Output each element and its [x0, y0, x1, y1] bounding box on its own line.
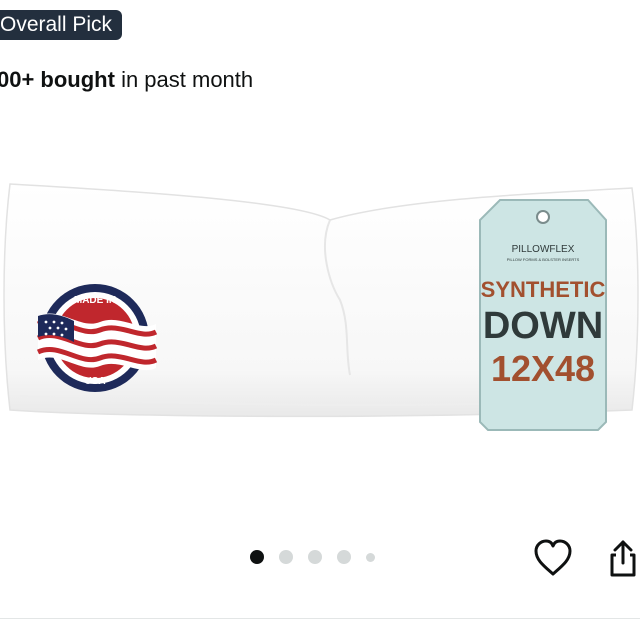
bought-suffix: in past month — [114, 67, 254, 92]
image-gallery-dots — [250, 550, 375, 564]
seal-text-top: MADE IN — [74, 295, 116, 306]
bought-count: 00+ bought — [0, 67, 115, 92]
gallery-dot[interactable] — [337, 550, 351, 564]
tag-subtitle: PILLOW FORMS & BOLSTER INSERTS — [507, 257, 580, 262]
gallery-dot[interactable] — [366, 552, 375, 562]
tag-line-down: DOWN — [483, 305, 603, 347]
tag-line-size: 12X48 — [491, 348, 595, 389]
tag-brand: PILLOWFLEX — [512, 244, 575, 255]
share-button[interactable] — [606, 538, 640, 580]
overall-pick-badge: Overall Pick — [0, 10, 123, 40]
gallery-dot[interactable] — [308, 550, 322, 564]
tag-line-synthetic: SYNTHETIC — [481, 277, 606, 302]
favorite-button[interactable] — [532, 538, 574, 580]
section-divider — [0, 618, 640, 619]
gallery-dot[interactable] — [250, 550, 264, 564]
product-image[interactable]: MADE IN USA PILLOWFLEX PILLOW FORMS & BO… — [0, 160, 640, 450]
seal-text-bottom: USA — [84, 376, 105, 387]
bought-in-past-month: 00+ bought in past month — [0, 66, 253, 94]
heart-icon — [534, 539, 572, 576]
product-hang-tag: PILLOWFLEX PILLOW FORMS & BOLSTER INSERT… — [479, 199, 607, 431]
tag-hole — [536, 210, 550, 224]
share-icon — [610, 540, 636, 577]
gallery-dot[interactable] — [279, 550, 293, 564]
